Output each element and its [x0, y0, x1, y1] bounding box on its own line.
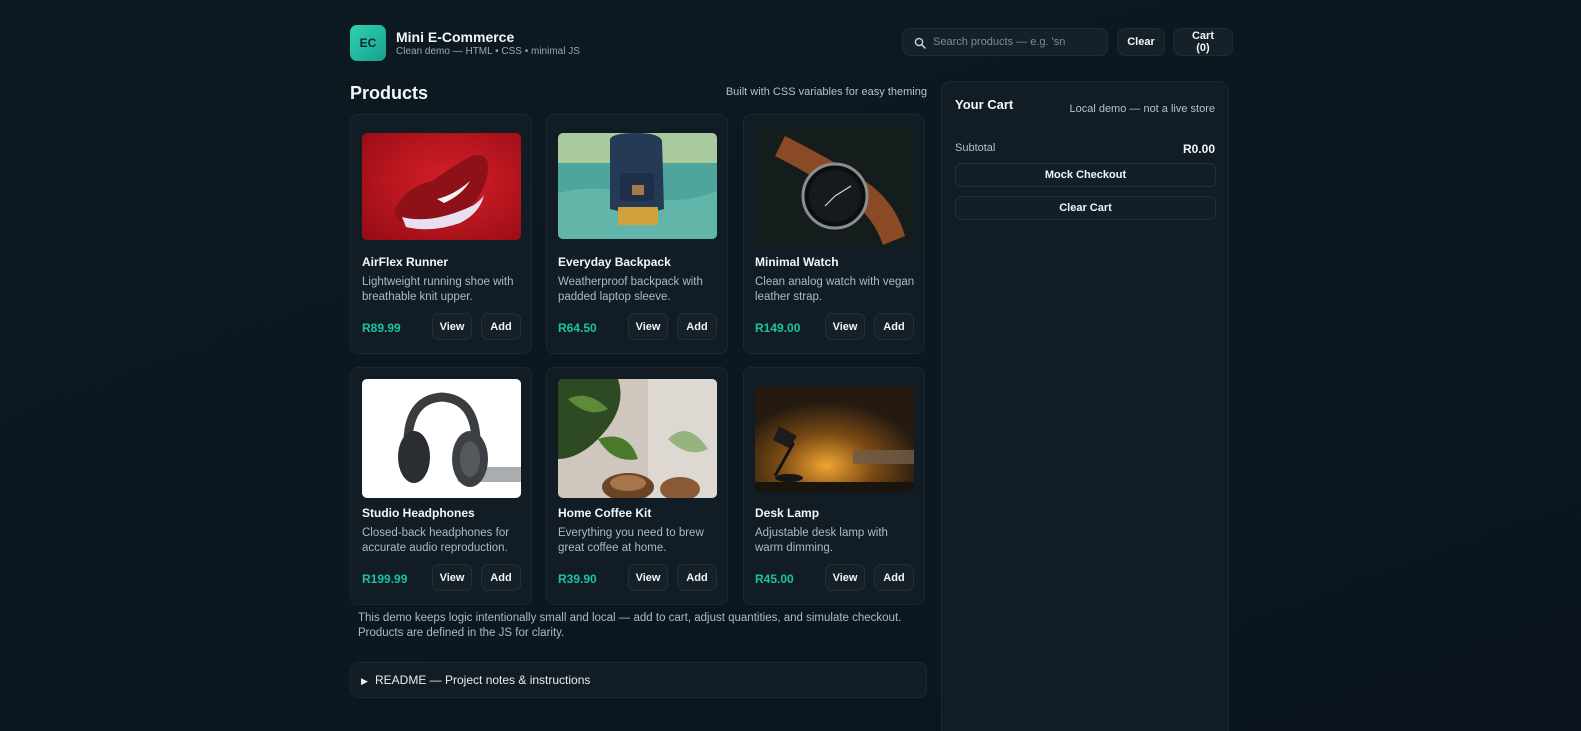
product-name: AirFlex Runner: [362, 255, 449, 269]
footnote: This demo keeps logic intentionally smal…: [358, 612, 902, 639]
product-card: AirFlex Runner Lightweight running shoe …: [350, 114, 532, 354]
product-description: Weatherproof backpack with padded laptop…: [558, 276, 703, 303]
product-image: [558, 379, 717, 498]
site-header: EC Mini E-Commerce Clean demo — HTML • C…: [350, 25, 1233, 61]
subtotal-label: Subtotal: [955, 142, 996, 154]
page-title: Products: [350, 83, 429, 103]
product-description: Adjustable desk lamp with warm dimming.: [755, 527, 888, 554]
product-name: Minimal Watch: [755, 255, 839, 269]
cart-button[interactable]: Cart (0): [1173, 28, 1233, 56]
cart-title: Your Cart: [955, 97, 1014, 112]
product-price: R199.99: [362, 572, 408, 586]
product-image: [362, 133, 521, 240]
logo: EC: [350, 25, 386, 61]
add-to-cart-button[interactable]: Add: [481, 313, 521, 340]
product-card: Everyday Backpack Weatherproof backpack …: [546, 114, 728, 354]
product-name: Everyday Backpack: [558, 255, 671, 269]
product-card: Desk Lamp Adjustable desk lamp with warm…: [743, 367, 925, 605]
product-image: [755, 126, 914, 245]
triangle-right-icon: ▶: [361, 676, 368, 686]
product-card: Studio Headphones Closed-back headphones…: [350, 367, 532, 605]
product-image: [362, 379, 521, 498]
product-description: Everything you need to brew great coffee…: [558, 527, 704, 554]
view-button[interactable]: View: [432, 313, 472, 340]
view-button[interactable]: View: [432, 564, 472, 591]
search-box[interactable]: [902, 28, 1108, 56]
view-button[interactable]: View: [825, 313, 865, 340]
product-image: [755, 386, 914, 492]
product-description: Closed-back headphones for accurate audi…: [362, 527, 510, 554]
view-button[interactable]: View: [825, 564, 865, 591]
product-name: Desk Lamp: [755, 506, 820, 520]
brand-title: Mini E-Commerce: [396, 29, 515, 45]
add-to-cart-button[interactable]: Add: [677, 564, 717, 591]
product-price: R45.00: [755, 572, 794, 586]
cart-panel: Your Cart Local demo — not a live store …: [941, 81, 1229, 731]
add-to-cart-button[interactable]: Add: [874, 313, 914, 340]
add-to-cart-button[interactable]: Add: [874, 564, 914, 591]
product-description: Lightweight running shoe with breathable…: [362, 276, 514, 303]
brand-subtitle: Clean demo — HTML • CSS • minimal JS: [396, 46, 580, 57]
clear-search-button[interactable]: Clear: [1117, 28, 1165, 56]
product-price: R64.50: [558, 321, 597, 335]
readme-label: README — Project notes & instructions: [375, 673, 591, 687]
view-button[interactable]: View: [628, 564, 668, 591]
product-price: R39.90: [558, 572, 597, 586]
search-input[interactable]: [933, 29, 1103, 55]
product-description: Clean analog watch with vegan leather st…: [755, 276, 915, 303]
mock-checkout-button[interactable]: Mock Checkout: [955, 163, 1216, 187]
cart-note: Local demo — not a live store: [1069, 103, 1215, 115]
theming-note: Built with CSS variables for easy themin…: [725, 86, 927, 98]
product-image: [558, 133, 717, 239]
subtotal-value: R0.00: [1182, 142, 1215, 156]
product-price: R89.99: [362, 321, 401, 335]
clear-cart-button[interactable]: Clear Cart: [955, 196, 1216, 220]
product-name: Home Coffee Kit: [558, 506, 652, 520]
add-to-cart-button[interactable]: Add: [481, 564, 521, 591]
add-to-cart-button[interactable]: Add: [677, 313, 717, 340]
product-card: Minimal Watch Clean analog watch with ve…: [743, 114, 925, 354]
product-card: Home Coffee Kit Everything you need to b…: [546, 367, 728, 605]
product-name: Studio Headphones: [362, 506, 475, 520]
readme-toggle[interactable]: ▶ README — Project notes & instructions: [350, 662, 927, 698]
product-price: R149.00: [755, 321, 801, 335]
view-button[interactable]: View: [628, 313, 668, 340]
search-icon: [914, 37, 926, 49]
